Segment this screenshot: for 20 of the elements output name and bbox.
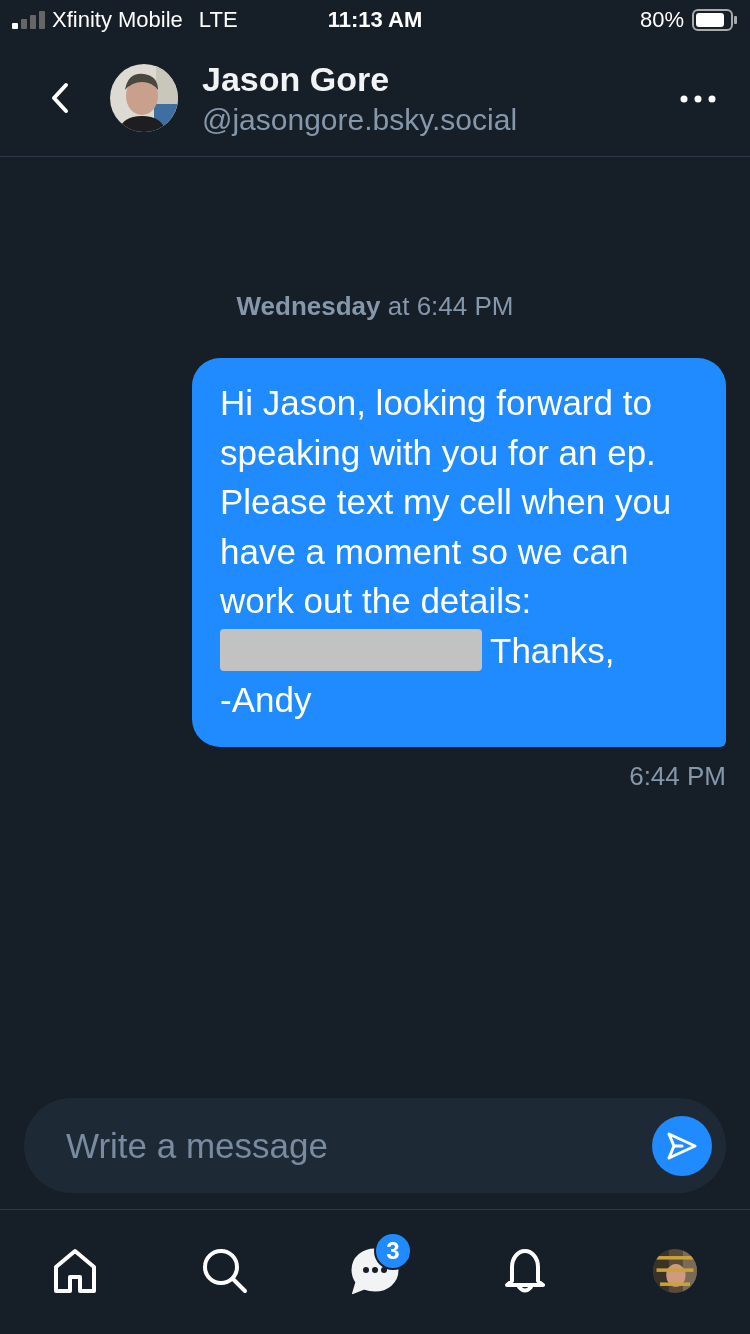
message-bubble: Hi Jason, looking forward to speaking with you for an ep. Please text my cell when you have a moment so we can work out the details: Thanks, -Andy — [192, 358, 726, 747]
more-icon — [680, 94, 716, 103]
contact-handle: @jasongore.bsky.social — [202, 102, 519, 137]
contact-name: Jason Gore — [202, 59, 391, 99]
message-time: 6:44 PM — [629, 760, 726, 792]
send-icon — [666, 1130, 698, 1161]
chevron-left-icon — [50, 82, 70, 114]
message-field[interactable]: Write a message — [24, 1098, 726, 1193]
carrier-name: Xfinity Mobile — [52, 7, 183, 33]
battery-percent: 80% — [639, 7, 684, 33]
unread-badge: 3 — [374, 1232, 412, 1270]
battery-icon — [692, 9, 738, 31]
clock: 11:13 AM — [327, 7, 423, 33]
signal-icon — [12, 11, 46, 29]
date-label: Wednesday at 6:44 PM — [235, 291, 515, 322]
text-input[interactable]: Write a message — [64, 1124, 652, 1167]
bell-icon — [502, 1247, 548, 1295]
search-icon — [201, 1247, 249, 1295]
network-type: LTE — [198, 7, 238, 33]
home-icon — [52, 1247, 98, 1295]
